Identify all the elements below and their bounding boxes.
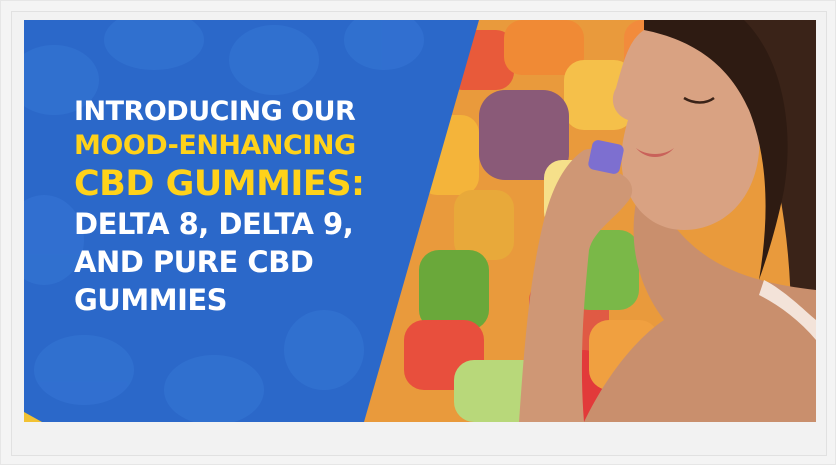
headline-line-5: AND PURE CBD xyxy=(74,245,314,279)
headline-line-4: DELTA 8, DELTA 9, xyxy=(74,207,354,241)
headline-line-6: GUMMIES xyxy=(74,283,228,317)
banner-headline: INTRODUCING OUR MOOD-ENHANCING CBD GUMMI… xyxy=(74,95,414,319)
hero-banner-image[interactable]: INTRODUCING OUR MOOD-ENHANCING CBD GUMMI… xyxy=(24,20,816,422)
page-frame: INTRODUCING OUR MOOD-ENHANCING CBD GUMMI… xyxy=(0,0,836,465)
blog-card[interactable]: INTRODUCING OUR MOOD-ENHANCING CBD GUMMI… xyxy=(11,11,827,456)
headline-line-2: MOOD-ENHANCING xyxy=(74,130,356,161)
headline-line-3: CBD GUMMIES: xyxy=(74,164,365,204)
headline-line-1: INTRODUCING OUR xyxy=(74,96,356,127)
